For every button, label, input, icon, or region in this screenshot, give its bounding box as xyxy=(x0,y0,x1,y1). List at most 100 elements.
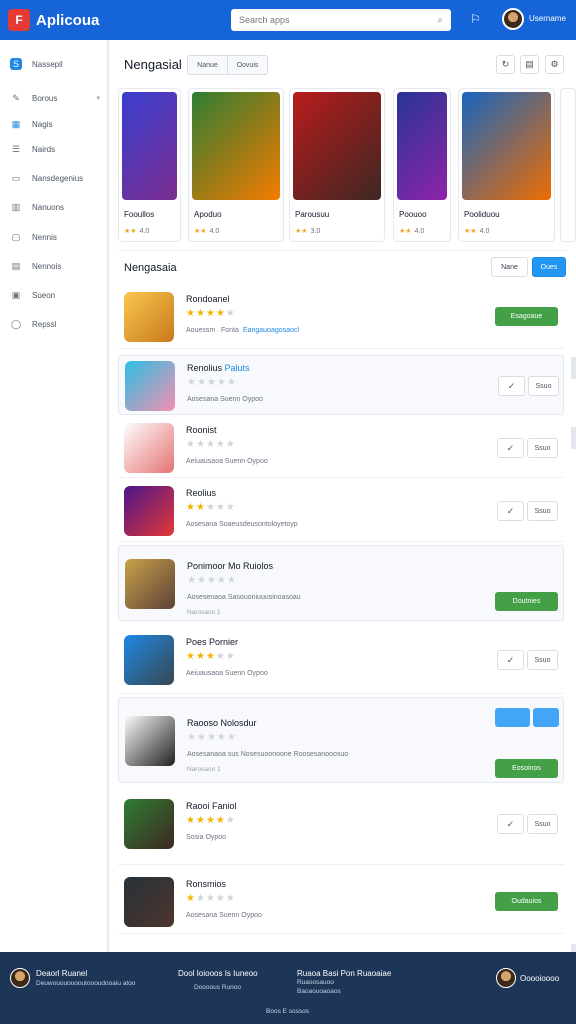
app-icon[interactable] xyxy=(124,486,174,536)
sidebar-item[interactable]: ▣ Sueon xyxy=(10,289,100,301)
footer-col3-sub1[interactable]: Ruaoosauoo xyxy=(297,979,334,986)
featured-card[interactable]: Parousuu ★★ 3.0 xyxy=(289,88,385,242)
install-button[interactable]: Eosoinos xyxy=(495,759,558,778)
chevron-down-icon[interactable]: ▾ xyxy=(96,94,100,102)
settings-icon[interactable]: ⚙ xyxy=(545,55,564,74)
sidebar-item[interactable]: ◯ Repssl xyxy=(10,318,100,330)
action-button[interactable]: Ssuo xyxy=(527,438,558,458)
segment-option[interactable]: Nanue xyxy=(188,56,228,74)
sidebar-item[interactable]: ▥ Nanuons xyxy=(10,201,100,213)
action-button[interactable]: Ssuo xyxy=(527,501,558,521)
list-item[interactable]: Raooi Faniol ★★★★★ Sosia Oypoo ✓ Ssuo xyxy=(118,783,564,865)
app-name-text: Poes Pornier xyxy=(186,637,239,647)
check-icon[interactable]: ✓ xyxy=(497,438,524,458)
search-box[interactable]: ⌕ xyxy=(231,9,451,31)
check-icon[interactable]: ✓ xyxy=(497,501,524,521)
app-icon[interactable] xyxy=(124,292,174,342)
app-icon[interactable] xyxy=(125,716,175,766)
app-icon[interactable] xyxy=(125,361,175,411)
footer-user[interactable]: Ooooioooo xyxy=(520,974,559,983)
app-name[interactable]: Roonist xyxy=(186,425,217,435)
user-avatar[interactable] xyxy=(502,8,524,30)
sidebar-item-label: Repssl xyxy=(32,319,57,329)
featured-segment-control[interactable]: Nanue Oovuis xyxy=(187,55,268,75)
app-name[interactable]: Poes Pornier xyxy=(186,637,238,647)
app-name[interactable]: Reolius xyxy=(186,488,216,498)
sidebar-item[interactable]: ✎ Borous ▾ xyxy=(10,92,100,104)
footer-col2-title[interactable]: Dool Ioiooos Is Iuneoo xyxy=(178,969,258,978)
install-button[interactable]: Oudauios xyxy=(495,892,558,911)
sidebar-item[interactable]: ▢ Nennis xyxy=(10,231,100,243)
featured-card-peek[interactable] xyxy=(560,88,576,242)
install-button[interactable]: Doutnies xyxy=(495,592,558,611)
game-cover-image[interactable] xyxy=(192,92,280,200)
refresh-icon[interactable]: ↻ xyxy=(496,55,515,74)
footer-user-avatar[interactable] xyxy=(496,968,516,988)
app-icon[interactable] xyxy=(124,877,174,927)
check-icon[interactable]: ✓ xyxy=(497,814,524,834)
sidebar-item[interactable]: S Nassepil xyxy=(10,58,100,70)
app-name[interactable]: Ronsmios xyxy=(186,879,226,889)
footer-col3-sub2[interactable]: Baoaouoaoaos xyxy=(297,988,341,995)
user-name[interactable]: Username xyxy=(529,14,566,23)
game-cover-image[interactable] xyxy=(293,92,381,200)
sidebar-item[interactable]: ▤ Nennois xyxy=(10,260,100,272)
footer-col2-sub[interactable]: Doooous Runoo xyxy=(194,984,241,991)
app-logo[interactable]: F xyxy=(8,9,30,31)
footer-col1-title[interactable]: Deaorl Ruanel xyxy=(36,969,87,978)
app-name-text: Raooso Nolosdur xyxy=(187,718,257,728)
list-item[interactable]: Ponimoor Mo Ruiolos ★★★★★ Aosesenaoa Sasou… xyxy=(118,545,564,621)
list-primary-button[interactable]: Oues xyxy=(532,257,566,277)
action-button[interactable]: Ssuo xyxy=(527,814,558,834)
notification-icon[interactable]: ⚐ xyxy=(470,12,481,26)
rating-stars: ★★★★★ xyxy=(187,732,237,743)
app-title[interactable]: Aplicoua xyxy=(36,12,99,29)
list-item[interactable]: Reolius ★★★★★ Aosesana Soaeusdeusontoloyet… xyxy=(118,480,564,542)
list-item[interactable]: Renolius Paluts ★★★★★ Aosesana Suenn Oypoo… xyxy=(118,355,564,415)
featured-card[interactable]: Poouoo ★★ 4.0 xyxy=(393,88,451,242)
app-name[interactable]: Ponimoor Mo Ruiolos xyxy=(187,561,273,571)
preview-button[interactable] xyxy=(495,708,530,727)
app-icon[interactable] xyxy=(124,799,174,849)
featured-card[interactable]: Pooliduou ★★ 4.0 xyxy=(458,88,555,242)
sidebar-item[interactable]: ▦ Nagis xyxy=(10,118,100,130)
install-button[interactable]: Esagoaue xyxy=(495,307,558,326)
search-icon[interactable]: ⌕ xyxy=(437,15,443,26)
app-meta-text: Aosesana Suenn Oypoo xyxy=(186,912,262,919)
star-icon: ★ xyxy=(187,732,197,743)
save-icon[interactable]: ▤ xyxy=(520,55,539,74)
check-icon[interactable]: ✓ xyxy=(498,376,525,396)
app-name[interactable]: Raooso Nolosdur xyxy=(187,718,257,728)
action-button[interactable]: Ssuo xyxy=(528,376,559,396)
chart-icon: ▥ xyxy=(11,201,21,212)
game-cover-image[interactable] xyxy=(397,92,447,200)
footer-col3-title[interactable]: Ruaoa Basi Pon Ruaoaiae xyxy=(297,969,391,978)
featured-card-rating: ★★ 4.0 xyxy=(464,227,489,235)
app-name[interactable]: Rondoanel xyxy=(186,294,230,304)
share-button[interactable] xyxy=(533,708,559,727)
app-icon[interactable] xyxy=(124,635,174,685)
search-input[interactable] xyxy=(239,15,438,25)
game-cover-image[interactable] xyxy=(462,92,551,200)
list-item[interactable]: Poes Pornier ★★★★★ Aeiuausaoa Suenn Oypoo ✓… xyxy=(118,626,564,694)
list-option-button[interactable]: Nane xyxy=(491,257,528,277)
app-icon[interactable] xyxy=(124,423,174,473)
featured-card[interactable]: Apoduo ★★ 4.0 xyxy=(188,88,284,242)
list-item[interactable]: Ronsmios ★★★★★ Aosesana Suenn Oypoo Oudauio… xyxy=(118,870,564,934)
app-sub: Narosaon 1 xyxy=(187,766,221,773)
app-name[interactable]: Renolius Paluts xyxy=(187,363,250,373)
app-name[interactable]: Raooi Faniol xyxy=(186,801,237,811)
list-item[interactable]: Raooso Nolosdur ★★★★★ Aosesanaoa sus Noses… xyxy=(118,697,564,783)
segment-option[interactable]: Oovuis xyxy=(228,56,267,74)
sidebar-item[interactable]: ▭ Nansdegenius xyxy=(10,172,100,184)
featured-card[interactable]: Fooullos ★★ 4.0 xyxy=(118,88,181,242)
action-button[interactable]: Ssuo xyxy=(527,650,558,670)
app-meta-link[interactable]: Eangauoagosaocl xyxy=(243,327,299,334)
check-icon[interactable]: ✓ xyxy=(497,650,524,670)
app-icon[interactable] xyxy=(125,559,175,609)
game-cover-image[interactable] xyxy=(122,92,177,200)
list-item[interactable]: Rondoanel ★★★★★ Aouessm . Fonta Eangauoagos… xyxy=(118,285,564,349)
sidebar-item[interactable]: ☰ Nairds xyxy=(10,143,100,155)
footer-avatar[interactable] xyxy=(10,968,30,988)
list-item[interactable]: Roonist ★★★★★ Aeiuausaoa Suenn Oypoo ✓ Ssuo xyxy=(118,418,564,478)
